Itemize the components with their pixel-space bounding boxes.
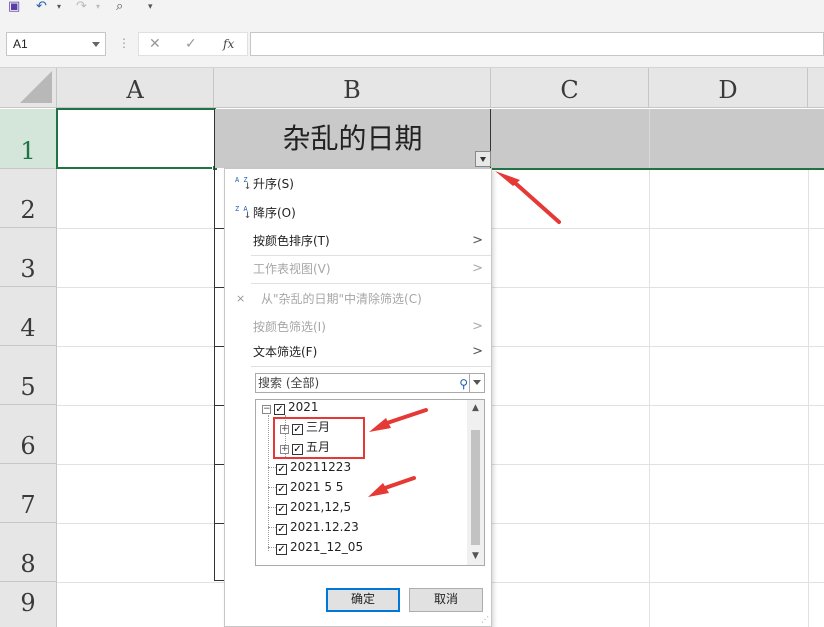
annotation-arrow-date-list: [368, 476, 416, 497]
annotation-arrow-filter-button: [495, 171, 561, 224]
annotation-arrow-month-box: [369, 408, 428, 432]
annotation-arrows: [368, 171, 561, 497]
